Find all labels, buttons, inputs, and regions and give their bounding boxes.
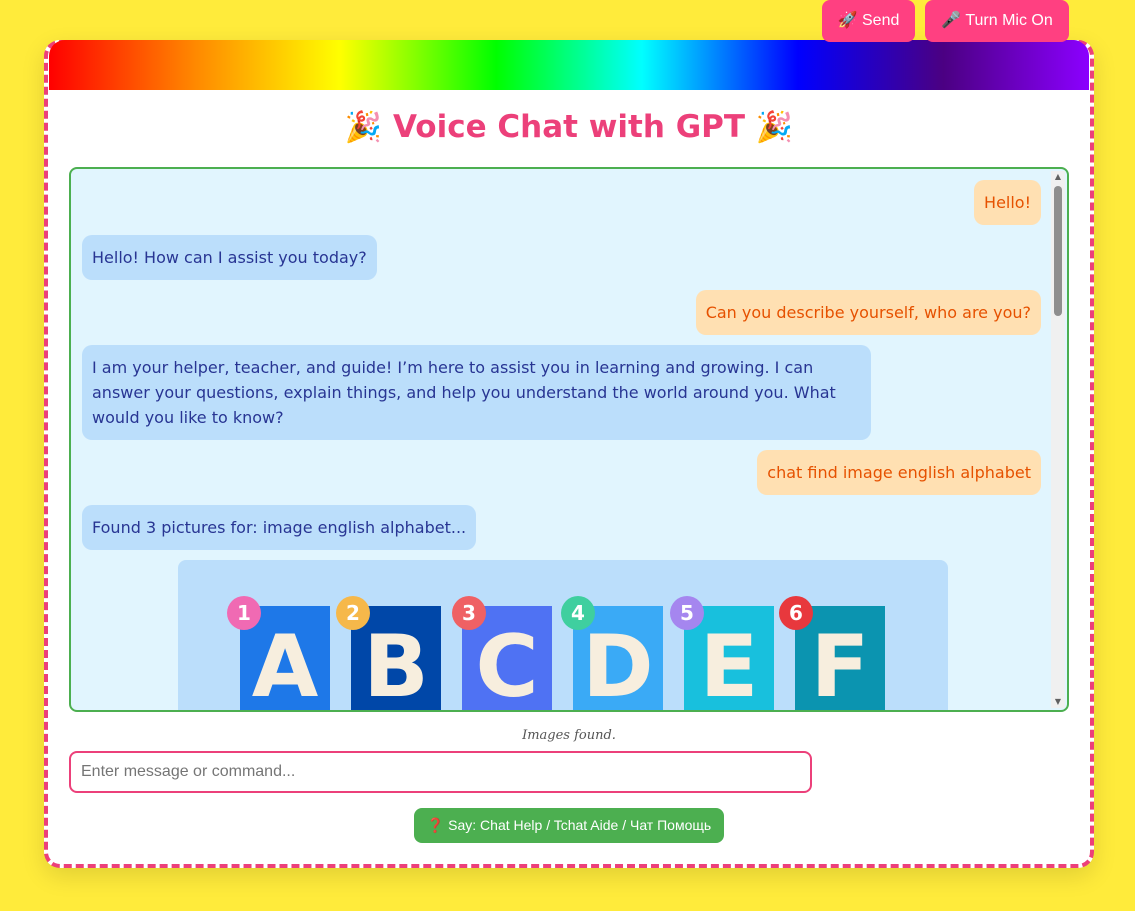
user-message: Hello! xyxy=(974,180,1041,225)
rainbow-header-bar xyxy=(49,40,1089,90)
user-message: Can you describe yourself, who are you? xyxy=(695,290,1041,335)
bot-message: I am your helper, teacher, and guide! I’… xyxy=(82,345,871,440)
chat-scrollbar[interactable]: ▲ ▼ xyxy=(1051,171,1065,708)
scroll-up-arrow-icon[interactable]: ▲ xyxy=(1051,171,1065,183)
alphabet-number-badge: 3 xyxy=(452,596,486,630)
bot-message: Hello! How can I assist you today? xyxy=(82,235,377,280)
alphabet-number-badge: 5 xyxy=(670,596,704,630)
microphone-icon: 🎤 xyxy=(941,12,962,29)
scroll-thumb[interactable] xyxy=(1054,186,1062,316)
chat-log[interactable]: Hello! Hello! How can I assist you today… xyxy=(69,167,1069,712)
page-title-text: Voice Chat with GPT xyxy=(392,109,746,145)
scroll-down-arrow-icon[interactable]: ▼ xyxy=(1051,696,1065,708)
alphabet-number-badge: 6 xyxy=(779,596,813,630)
mic-toggle-label: Turn Mic On xyxy=(965,12,1053,29)
party-popper-icon: 🎉 xyxy=(344,110,383,145)
message-input[interactable] xyxy=(69,751,812,793)
send-button[interactable]: 🚀 Send xyxy=(822,0,915,42)
question-icon: ❓ xyxy=(426,817,445,833)
bot-message: Found 3 pictures for: image english alph… xyxy=(82,505,477,550)
page-title: 🎉 Voice Chat with GPT 🎉 xyxy=(49,104,1089,150)
chat-help-label: Say: Chat Help / Tchat Aide / Чат Помощь xyxy=(448,817,712,833)
image-result-alphabet[interactable]: A 1 B 2 C 3 D 4 E 5 F 6 xyxy=(178,560,948,710)
chat-help-button[interactable]: ❓ Say: Chat Help / Tchat Aide / Чат Помо… xyxy=(414,808,724,843)
party-popper-icon: 🎉 xyxy=(755,110,794,145)
rocket-icon: 🚀 xyxy=(837,12,858,29)
send-button-label: Send xyxy=(862,12,900,29)
user-message: chat find image english alphabet xyxy=(757,450,1041,495)
alphabet-number-badge: 1 xyxy=(227,596,261,630)
status-text: Images found. xyxy=(522,728,616,743)
alphabet-number-badge: 4 xyxy=(561,596,595,630)
alphabet-number-badge: 2 xyxy=(336,596,370,630)
mic-toggle-button[interactable]: 🎤 Turn Mic On xyxy=(925,0,1069,42)
